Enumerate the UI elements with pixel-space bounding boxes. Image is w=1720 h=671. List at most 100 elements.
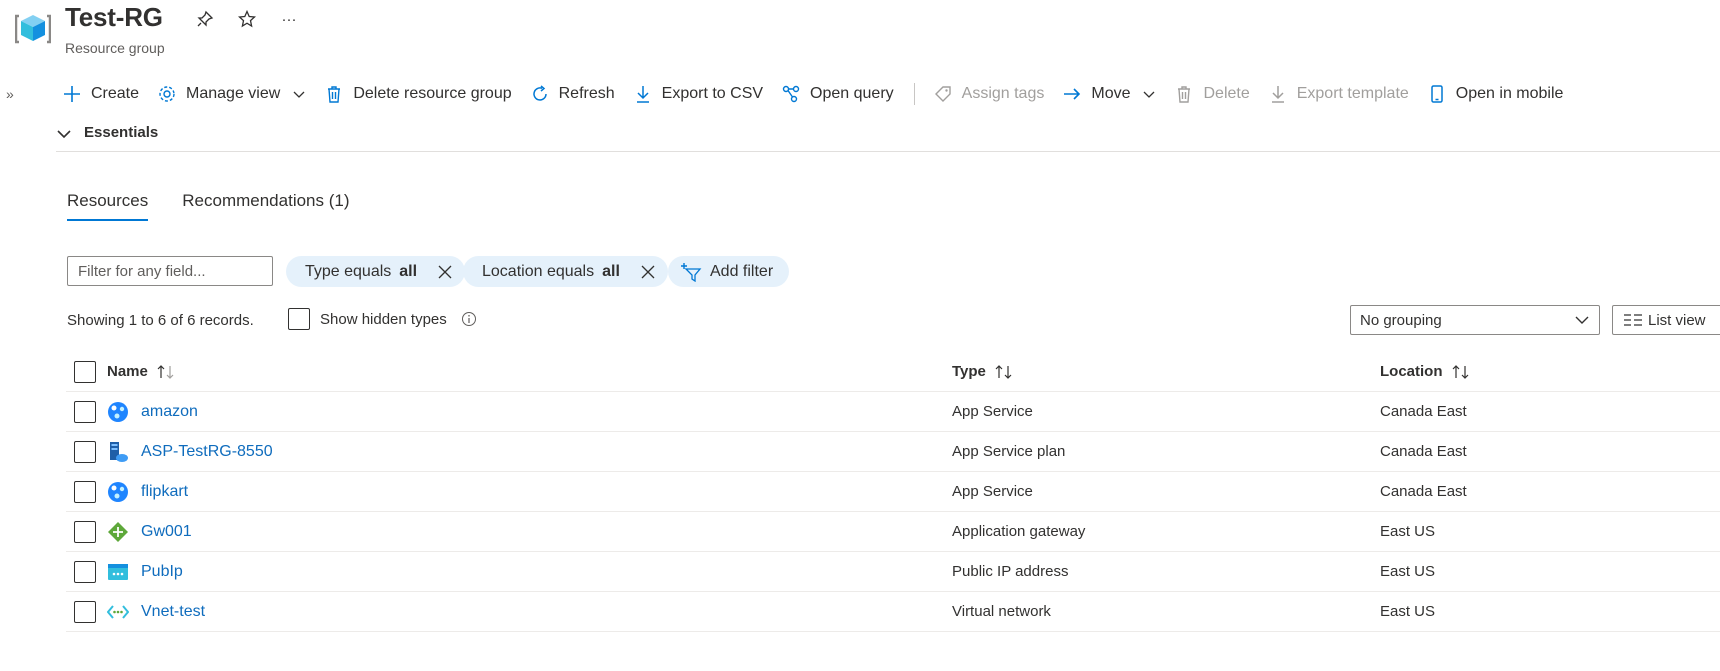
row-location: Canada East: [1380, 403, 1467, 420]
column-header-location[interactable]: Location: [1380, 363, 1471, 380]
show-hidden-types: Show hidden types: [288, 308, 477, 330]
open-in-mobile-button[interactable]: Open in mobile: [1427, 84, 1563, 104]
row-type: Public IP address: [952, 563, 1069, 580]
app-service-icon: [108, 481, 128, 502]
star-icon[interactable]: [237, 9, 257, 29]
grouping-dropdown[interactable]: No grouping: [1350, 305, 1600, 335]
type-filter-pill[interactable]: Type equals all: [286, 256, 466, 287]
public-ip-icon: [108, 563, 128, 580]
tab-strip: Resources Recommendations (1): [67, 191, 350, 221]
table-row: amazon App Service Canada East: [66, 392, 1720, 432]
row-checkbox[interactable]: [74, 600, 96, 623]
show-hidden-checkbox[interactable]: [288, 308, 310, 330]
info-icon[interactable]: [461, 311, 477, 327]
close-icon[interactable]: [437, 264, 453, 280]
export-template-button[interactable]: Export template: [1268, 84, 1409, 104]
move-button[interactable]: Move: [1062, 84, 1156, 104]
row-name-cell: ASP-TestRG-8550: [107, 441, 273, 463]
pin-icon[interactable]: [195, 9, 215, 29]
close-icon[interactable]: [640, 264, 656, 280]
chevron-down-icon: [293, 91, 305, 98]
virtual-network-icon: [107, 604, 129, 619]
resource-group-icon: [15, 14, 51, 44]
list-view-icon: [1624, 314, 1642, 326]
row-checkbox[interactable]: [74, 440, 96, 463]
resource-link[interactable]: PubIp: [141, 563, 183, 581]
sort-icon: [157, 364, 174, 379]
table-row: Vnet-test Virtual network East US: [66, 592, 1720, 632]
header-actions: ···: [195, 9, 299, 29]
manage-view-button[interactable]: Manage view: [157, 84, 306, 104]
list-view-button[interactable]: List view: [1612, 305, 1720, 335]
row-checkbox[interactable]: [74, 520, 96, 543]
essentials-toggle[interactable]: Essentials: [56, 124, 1720, 152]
tab-resources[interactable]: Resources: [67, 191, 149, 221]
add-filter-icon: [681, 262, 702, 282]
download-icon: [636, 86, 649, 103]
table-row: Gw001 Application gateway East US: [66, 512, 1720, 552]
tag-icon: [934, 86, 951, 102]
resource-link[interactable]: Vnet-test: [141, 603, 205, 621]
table-row: flipkart App Service Canada East: [66, 472, 1720, 512]
expand-sidebar-icon[interactable]: »: [6, 86, 14, 102]
location-filter-pill[interactable]: Location equals all: [463, 256, 668, 287]
resource-link[interactable]: ASP-TestRG-8550: [141, 443, 273, 461]
trash-icon: [328, 86, 341, 103]
row-location: Canada East: [1380, 443, 1467, 460]
query-icon: [782, 85, 800, 103]
row-type: Application gateway: [952, 523, 1086, 540]
create-button[interactable]: Create: [62, 84, 139, 104]
table-header: Name Type Location: [66, 352, 1720, 392]
column-header-name[interactable]: Name: [107, 363, 176, 380]
filter-input[interactable]: [67, 256, 273, 286]
assign-tags-button[interactable]: Assign tags: [933, 84, 1044, 104]
trash-icon: [1178, 86, 1191, 103]
resource-link[interactable]: Gw001: [141, 523, 192, 541]
table-row: ASP-TestRG-8550 App Service plan Canada …: [66, 432, 1720, 472]
command-bar: Create Manage view Delete resource group…: [62, 80, 1581, 108]
row-checkbox[interactable]: [74, 400, 96, 423]
column-header-type[interactable]: Type: [952, 363, 1014, 380]
page-title: Test-RG: [65, 2, 163, 32]
sort-icon: [1452, 364, 1468, 379]
chevron-down-icon: [1144, 91, 1155, 98]
resource-link[interactable]: amazon: [141, 403, 198, 421]
row-location: East US: [1380, 523, 1436, 540]
row-checkbox[interactable]: [74, 480, 96, 503]
resource-link[interactable]: flipkart: [141, 483, 188, 501]
add-filter-button[interactable]: Add filter: [668, 256, 790, 287]
open-query-button[interactable]: Open query: [781, 84, 894, 104]
row-name-cell: Vnet-test: [107, 601, 205, 623]
delete-button[interactable]: Delete: [1174, 84, 1250, 104]
toolbar-divider: [913, 83, 915, 105]
tab-recommendations[interactable]: Recommendations (1): [182, 191, 349, 219]
select-all-checkbox[interactable]: [74, 360, 96, 383]
table-row: PubIp Public IP address East US: [66, 552, 1720, 592]
row-type: App Service plan: [952, 443, 1066, 460]
sort-icon: [995, 364, 1012, 379]
row-checkbox[interactable]: [74, 560, 96, 583]
export-csv-button[interactable]: Export to CSV: [633, 84, 763, 104]
row-location: East US: [1380, 563, 1436, 580]
row-name-cell: flipkart: [107, 481, 188, 503]
page-subtitle: Resource group: [65, 40, 165, 56]
delete-resource-group-button[interactable]: Delete resource group: [324, 84, 512, 104]
app-service-icon: [108, 401, 128, 422]
refresh-icon: [532, 85, 547, 101]
row-type: App Service: [952, 403, 1033, 420]
refresh-button[interactable]: Refresh: [530, 84, 615, 104]
row-name-cell: amazon: [107, 401, 198, 423]
application-gateway-icon: [108, 521, 128, 542]
mobile-icon: [1431, 85, 1443, 103]
row-type: Virtual network: [952, 603, 1051, 620]
row-name-cell: PubIp: [107, 561, 183, 583]
records-count: Showing 1 to 6 of 6 records.: [67, 312, 254, 329]
more-icon[interactable]: ···: [279, 9, 299, 29]
row-location: East US: [1380, 603, 1436, 620]
row-type: App Service: [952, 483, 1033, 500]
plus-icon: [64, 86, 80, 102]
arrow-right-icon: [1064, 88, 1081, 100]
resources-table: Name Type Location amazon App Service Ca…: [66, 352, 1720, 632]
download-icon: [1271, 86, 1284, 103]
app-service-plan-icon: [110, 441, 128, 462]
